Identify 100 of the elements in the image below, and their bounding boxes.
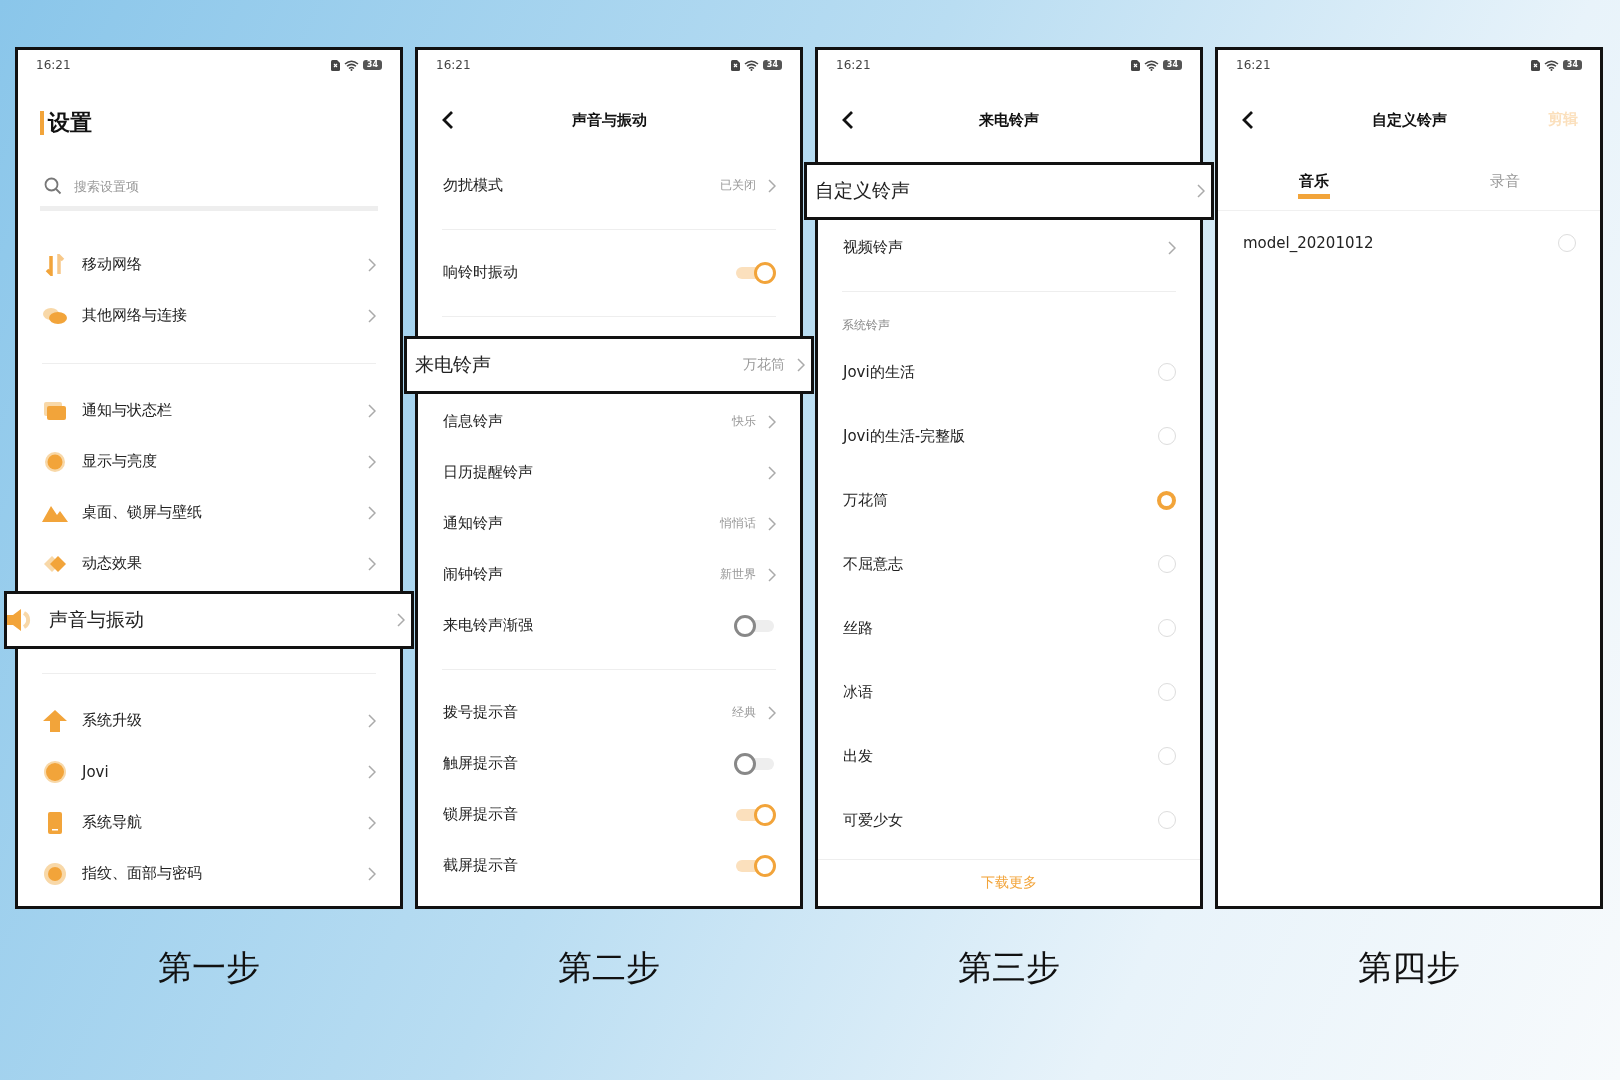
- sim-card-icon: [1130, 59, 1140, 71]
- row-value: 万花筒: [743, 356, 785, 374]
- cards-icon: [42, 400, 68, 421]
- row-label[interactable]: 声音与振动: [49, 607, 381, 633]
- row-label[interactable]: Jovi: [82, 762, 354, 781]
- row-label[interactable]: 锁屏提示音: [443, 805, 722, 824]
- chevron-icon: [368, 505, 376, 520]
- back-icon[interactable]: [842, 110, 854, 130]
- sim-card-icon: [730, 59, 740, 71]
- back-icon[interactable]: [442, 110, 454, 130]
- circle-icon: [42, 759, 68, 784]
- row-label[interactable]: 万花筒: [843, 490, 1145, 510]
- chevron-icon: [397, 613, 405, 627]
- page-title: 声音与振动: [571, 110, 647, 130]
- battery-indicator: 34: [1562, 60, 1582, 70]
- chevron-icon: [368, 257, 376, 272]
- section-header: 系统铃声: [841, 317, 891, 334]
- row-label[interactable]: 自定义铃声: [815, 178, 1185, 204]
- chevron-icon: [768, 178, 776, 193]
- row-label[interactable]: 指纹、面部与密码: [82, 864, 354, 883]
- row-label[interactable]: 视频铃声: [843, 238, 1156, 257]
- row-label[interactable]: 桌面、锁屏与壁纸: [82, 503, 354, 522]
- row-label[interactable]: 拨号提示音: [443, 703, 720, 722]
- row-label[interactable]: 动态效果: [82, 554, 354, 573]
- row-label[interactable]: 响铃时振动: [443, 263, 722, 282]
- chevron-icon: [368, 403, 376, 418]
- row-label[interactable]: 信息铃声: [443, 412, 720, 431]
- row-label[interactable]: Jovi的生活: [843, 362, 1146, 382]
- battery-indicator: 34: [1162, 60, 1182, 70]
- chevron-icon: [368, 713, 376, 728]
- sim-card-icon: [1530, 59, 1540, 71]
- row-label[interactable]: 来电铃声渐强: [443, 616, 722, 635]
- highlighted-row[interactable]: 声音与振动: [4, 591, 414, 649]
- wifi-icon: [1143, 59, 1159, 71]
- chevron-icon: [797, 358, 805, 372]
- row-label[interactable]: 系统导航: [82, 813, 354, 832]
- chevron-icon: [368, 866, 376, 881]
- row-label[interactable]: 出发: [843, 746, 1146, 766]
- status-time: 16:21: [836, 58, 871, 72]
- chevron-icon: [1168, 240, 1176, 255]
- up-arrow-icon: [42, 709, 68, 732]
- chevron-icon: [368, 454, 376, 469]
- back-icon[interactable]: [1242, 110, 1254, 130]
- status-time: 16:21: [1236, 58, 1271, 72]
- row-value: 已关闭: [720, 177, 756, 194]
- step-caption: 第四步: [1358, 946, 1460, 989]
- row-label[interactable]: 触屏提示音: [443, 754, 722, 773]
- search-icon: [44, 177, 62, 195]
- row-value: 经典: [732, 704, 756, 721]
- tab[interactable]: 音乐: [1218, 160, 1409, 210]
- radio-button[interactable]: [1157, 490, 1176, 510]
- circle-icon: [42, 450, 68, 473]
- row-label[interactable]: 日历提醒铃声: [443, 463, 756, 482]
- diamond-icon: [42, 553, 68, 574]
- row-label[interactable]: 移动网络: [82, 255, 354, 274]
- row-label[interactable]: model_20201012: [1243, 234, 1546, 252]
- step-caption: 第一步: [158, 946, 260, 989]
- page-title: 设置: [40, 111, 92, 135]
- row-label[interactable]: 通知与状态栏: [82, 401, 354, 420]
- sim-card-icon: [330, 59, 340, 71]
- chevron-icon: [768, 516, 776, 531]
- row-value: 快乐: [732, 413, 756, 430]
- ovals-icon: [42, 306, 68, 325]
- highlighted-row[interactable]: 自定义铃声: [804, 162, 1214, 220]
- chevron-icon: [1197, 184, 1205, 198]
- wifi-icon: [743, 59, 759, 71]
- row-label[interactable]: 显示与亮度: [82, 452, 354, 471]
- highlighted-row[interactable]: 来电铃声 万花筒: [404, 336, 814, 394]
- chevron-icon: [768, 567, 776, 582]
- step-caption: 第二步: [558, 946, 660, 989]
- page-title: 来电铃声: [979, 110, 1039, 130]
- search-field[interactable]: 搜索设置项: [72, 177, 378, 195]
- row-label[interactable]: 系统升级: [82, 711, 354, 730]
- row-label[interactable]: 不屈意志: [843, 554, 1146, 574]
- row-label[interactable]: 可爱少女: [843, 810, 1146, 830]
- chevron-icon: [368, 764, 376, 779]
- row-label[interactable]: 勿扰模式: [443, 176, 708, 195]
- row-label[interactable]: 来电铃声: [415, 352, 731, 378]
- chevron-icon: [768, 414, 776, 429]
- battery-indicator: 34: [362, 60, 382, 70]
- step-caption: 第三步: [958, 946, 1060, 989]
- chevron-icon: [368, 815, 376, 830]
- row-label[interactable]: Jovi的生活-完整版: [843, 426, 1146, 446]
- row-label[interactable]: 丝路: [843, 618, 1146, 638]
- chevron-icon: [368, 308, 376, 323]
- status-time: 16:21: [36, 58, 71, 72]
- row-label[interactable]: 其他网络与连接: [82, 306, 354, 325]
- chevron-icon: [768, 705, 776, 720]
- row-label[interactable]: 闹钟铃声: [443, 565, 708, 584]
- wifi-icon: [1543, 59, 1559, 71]
- row-value: 悄悄话: [720, 515, 756, 532]
- page-title: 自定义铃声: [1371, 110, 1447, 130]
- row-label[interactable]: 通知铃声: [443, 514, 708, 533]
- chevron-icon: [768, 465, 776, 480]
- row-value: 新世界: [720, 566, 756, 583]
- row-label[interactable]: 截屏提示音: [443, 856, 722, 875]
- row-label[interactable]: 冰语: [843, 682, 1146, 702]
- status-time: 16:21: [436, 58, 471, 72]
- battery-indicator: 34: [762, 60, 782, 70]
- speaker-icon: [7, 608, 33, 632]
